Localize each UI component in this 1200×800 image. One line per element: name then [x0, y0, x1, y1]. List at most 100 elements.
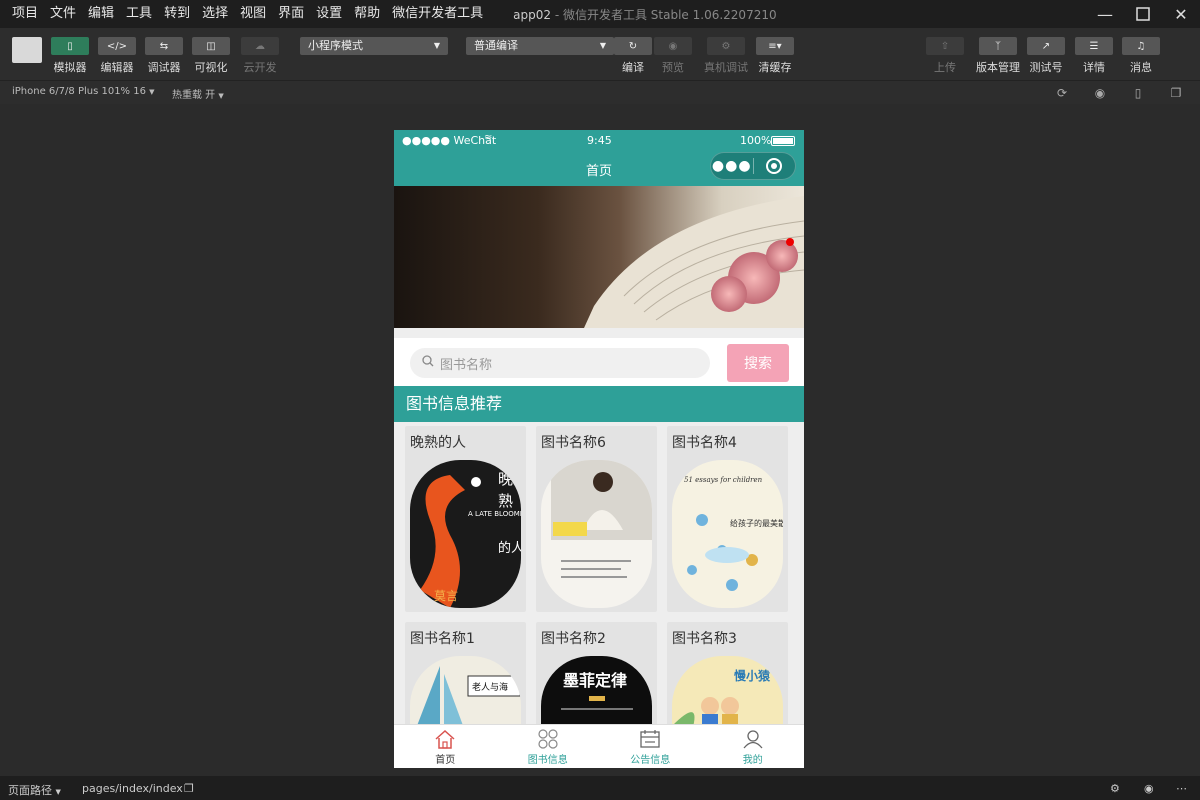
nav-bar: 首页 ●●●: [394, 150, 804, 186]
book-title: 图书名称2: [541, 631, 606, 647]
rotate-icon[interactable]: ⟳: [1054, 85, 1070, 101]
battery-label: 100%: [740, 134, 772, 147]
compile-label: 编译: [622, 61, 644, 74]
avatar[interactable]: [12, 37, 42, 63]
minimize-icon[interactable]: —: [1086, 0, 1124, 28]
visual-label: 可视化: [194, 61, 228, 74]
device-select[interactable]: iPhone 6/7/8 Plus 101% 16 ▼: [12, 86, 155, 97]
visual-button[interactable]: ◫ 可视化: [192, 37, 230, 75]
compile-select[interactable]: 普通编译 ▼: [466, 37, 614, 55]
banner-image[interactable]: [394, 186, 804, 328]
book-card[interactable]: 图书名称4 51 essays for children 给孩子的最美散文: [667, 426, 788, 612]
wifi-icon: ≈: [484, 132, 493, 143]
book-title: 图书名称6: [541, 435, 606, 451]
phone-icon[interactable]: ▯: [1130, 85, 1146, 101]
close-mini-program-icon[interactable]: [753, 157, 795, 175]
menu-devtools[interactable]: 微信开发者工具: [386, 0, 489, 28]
maximize-icon[interactable]: [1124, 0, 1162, 28]
branch-icon: ᛉ: [979, 37, 1017, 55]
cover-author: 莫言: [434, 589, 458, 603]
stop-icon[interactable]: ◉: [1092, 85, 1108, 101]
cover-text-3: 的人: [498, 540, 521, 556]
window-controls: — ✕: [1086, 0, 1200, 28]
carrier-label: ●●●●● WeChat: [402, 134, 497, 147]
book-card[interactable]: 晚熟的人 晚 熟 的人 A LATE BLOOMER 莫言: [405, 426, 526, 612]
cover-text-cn: 墨菲定律: [563, 671, 627, 690]
book-title: 图书名称3: [672, 631, 737, 647]
book-title: 图书名称1: [410, 631, 475, 647]
simulator-button[interactable]: ▯ 模拟器: [51, 37, 89, 75]
page-path-value: pages/index/index: [82, 782, 183, 795]
search-bar: 图书名称 搜索: [394, 338, 804, 386]
menu-view[interactable]: 视图: [234, 0, 272, 28]
tab-home[interactable]: 首页: [394, 725, 497, 768]
preview-label: 预览: [662, 61, 684, 74]
chevron-down-icon: ▼: [218, 92, 224, 100]
more-icon[interactable]: ⋯: [1176, 782, 1187, 795]
search-button[interactable]: 搜索: [727, 344, 789, 382]
clear-cache-label: 清缓存: [758, 61, 792, 74]
phone-icon: ▯: [51, 37, 89, 55]
book-card[interactable]: 图书名称6: [536, 426, 657, 612]
eye-icon: ◉: [654, 37, 692, 55]
menu-select[interactable]: 选择: [196, 0, 234, 28]
mini-program-capsule: ●●●: [710, 152, 796, 180]
menu-interface[interactable]: 界面: [272, 0, 310, 28]
simulator-label: 模拟器: [53, 61, 87, 74]
menu-settings[interactable]: 设置: [310, 0, 348, 28]
tab-notices[interactable]: 公告信息: [599, 725, 702, 768]
app-name: app02: [513, 7, 552, 22]
close-icon[interactable]: ✕: [1162, 0, 1200, 28]
user-icon: [743, 730, 763, 749]
menu-project[interactable]: 项目: [6, 0, 44, 28]
debugger-button[interactable]: ⇆ 调试器: [145, 37, 183, 75]
details-button[interactable]: ☰ 详情: [1075, 37, 1113, 75]
mode-select[interactable]: 小程序模式 ▼: [300, 37, 448, 55]
app-version: - 微信开发者工具 Stable 1.06.2207210: [551, 7, 777, 22]
tab-books[interactable]: 图书信息: [497, 725, 600, 768]
compile-button[interactable]: ↻ 编译: [614, 37, 652, 75]
menu-file[interactable]: 文件: [44, 0, 82, 28]
tab-mine[interactable]: 我的: [702, 725, 805, 768]
more-icon[interactable]: ●●●: [711, 158, 753, 174]
messages-button[interactable]: ♫ 消息: [1122, 37, 1160, 75]
eye-icon[interactable]: ◉: [1144, 782, 1154, 795]
cover-text-en: 51 essays for children: [684, 476, 763, 484]
hot-reload-value: 热重载 开: [172, 90, 216, 101]
test-id-button[interactable]: ↗ 测试号: [1027, 37, 1065, 75]
remote-debug-label: 真机调试: [704, 61, 748, 74]
hot-reload-select[interactable]: 热重载 开 ▼: [172, 86, 224, 101]
bug-icon[interactable]: ⚙: [1110, 782, 1120, 795]
banner-illustration: [584, 196, 804, 328]
version-button[interactable]: ᛉ 版本管理: [976, 37, 1020, 75]
page-path-select[interactable]: 页面路径 ▼: [8, 782, 61, 798]
menu-edit[interactable]: 编辑: [82, 0, 120, 28]
calendar-icon: [640, 730, 660, 748]
main-toolbar: ▯ 模拟器 </> 编辑器 ⇆ 调试器 ◫ 可视化 ☁ 云开发 小程序模式 ▼ 普通编译 ▼ …: [0, 28, 1200, 80]
phone-simulator: ●●●●● WeChat ≈ 9:45 100% 首页 ●●● 图书名称 搜索 …: [394, 130, 804, 768]
editor-label: 编辑器: [100, 61, 134, 74]
clear-cache-button[interactable]: ≡▾ 清缓存: [756, 37, 794, 75]
upload-button[interactable]: ⇧ 上传: [926, 37, 964, 75]
book-title: 晚熟的人: [410, 435, 466, 451]
book-cover: 51 essays for children 给孩子的最美散文: [672, 460, 783, 608]
search-input[interactable]: 图书名称: [410, 348, 710, 378]
copy-icon[interactable]: ❐: [184, 782, 194, 795]
window-title: app02 - 微信开发者工具 Stable 1.06.2207210: [513, 6, 776, 23]
menu-goto[interactable]: 转到: [158, 0, 196, 28]
tab-label: 公告信息: [630, 755, 671, 766]
editor-button[interactable]: </> 编辑器: [98, 37, 136, 75]
menu-help[interactable]: 帮助: [348, 0, 386, 28]
device-select-value: iPhone 6/7/8 Plus 101% 16: [12, 86, 146, 97]
search-icon: [422, 355, 434, 371]
menu-tools[interactable]: 工具: [120, 0, 158, 28]
preview-button[interactable]: ◉ 预览: [654, 37, 692, 75]
remote-debug-button[interactable]: ⚙ 真机调试: [704, 37, 748, 75]
device-bar: iPhone 6/7/8 Plus 101% 16 ▼ 热重载 开 ▼ ⟳ ◉ …: [0, 80, 1200, 104]
simulator-controls: ⟳ ◉ ▯ ❐: [1054, 85, 1184, 101]
window-icon[interactable]: ❐: [1168, 85, 1184, 101]
layers-icon: ≡▾: [756, 37, 794, 55]
cloud-button[interactable]: ☁ 云开发: [241, 37, 279, 75]
version-label: 版本管理: [976, 61, 1020, 74]
book-title: 图书名称4: [672, 435, 737, 451]
